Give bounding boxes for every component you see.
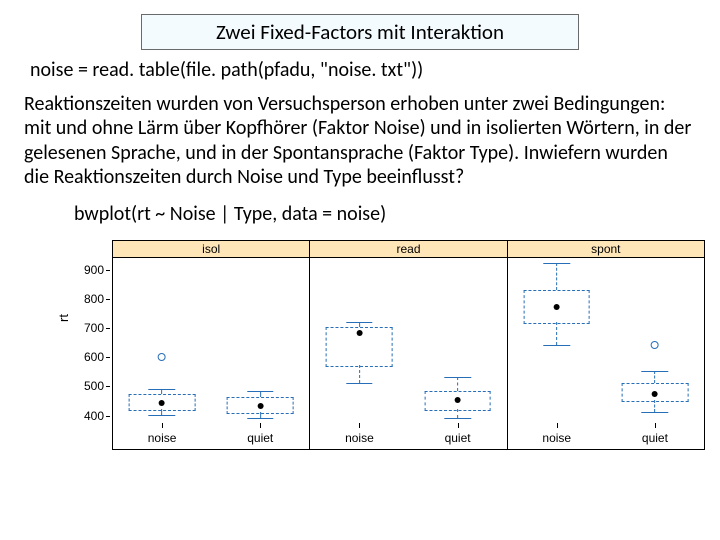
- boxplot: [227, 257, 294, 425]
- code-line-2: bwplot(rt ~ Noise | Type, data = noise): [74, 202, 696, 226]
- slide-title: Zwei Fixed-Factors mit Interaktion: [141, 14, 579, 50]
- panel-x-axis: noisequiet: [310, 423, 506, 449]
- median-dot: [356, 330, 362, 336]
- panel: isol noisequiet: [112, 240, 310, 450]
- y-axis-ticks: 400500600700800900: [76, 256, 104, 416]
- outlier-point: [158, 353, 166, 361]
- panel-header: read: [310, 241, 506, 258]
- y-tick: 800: [76, 292, 104, 306]
- panel: read noisequiet: [309, 240, 507, 450]
- slide: Zwei Fixed-Factors mit Interaktion noise…: [0, 0, 720, 540]
- code-line-1: noise = read. table(file. path(pfadu, "n…: [30, 58, 690, 82]
- y-tick: 600: [76, 350, 104, 364]
- y-tick: 900: [76, 263, 104, 277]
- outlier-point: [651, 341, 659, 349]
- panel-x-axis: noisequiet: [113, 423, 309, 449]
- body-paragraph: Reaktionszeiten wurden von Versuchsperso…: [24, 92, 696, 190]
- median-dot: [159, 400, 165, 406]
- panel-body: [310, 257, 506, 423]
- panel-body: [508, 257, 704, 423]
- y-tick: 400: [76, 409, 104, 423]
- boxplot: [129, 257, 196, 425]
- boxplot: [622, 257, 689, 425]
- x-tick-label: quiet: [606, 423, 704, 449]
- panel-strip: isolnoisequietreadnoisequietspontnoisequ…: [112, 240, 704, 450]
- panel-header: isol: [113, 241, 309, 258]
- median-dot: [455, 397, 461, 403]
- y-tick: 700: [76, 321, 104, 335]
- panel: spont noisequiet: [507, 240, 705, 450]
- boxplot: [326, 257, 393, 425]
- median-dot: [554, 304, 560, 310]
- y-axis-label: rt: [56, 314, 71, 322]
- panel-x-axis: noisequiet: [508, 423, 704, 449]
- median-dot: [257, 403, 263, 409]
- x-tick-label: quiet: [211, 423, 309, 449]
- boxplot: [523, 257, 590, 425]
- y-tick: 500: [76, 379, 104, 393]
- median-dot: [652, 391, 658, 397]
- boxplot: [424, 257, 491, 425]
- boxplot-figure: rt 400500600700800900 isolnoisequietread…: [64, 232, 704, 454]
- x-tick-label: noise: [310, 423, 408, 449]
- x-tick-label: quiet: [409, 423, 507, 449]
- panel-body: [113, 257, 309, 423]
- x-tick-label: noise: [508, 423, 606, 449]
- x-tick-label: noise: [113, 423, 211, 449]
- panel-header: spont: [508, 241, 704, 258]
